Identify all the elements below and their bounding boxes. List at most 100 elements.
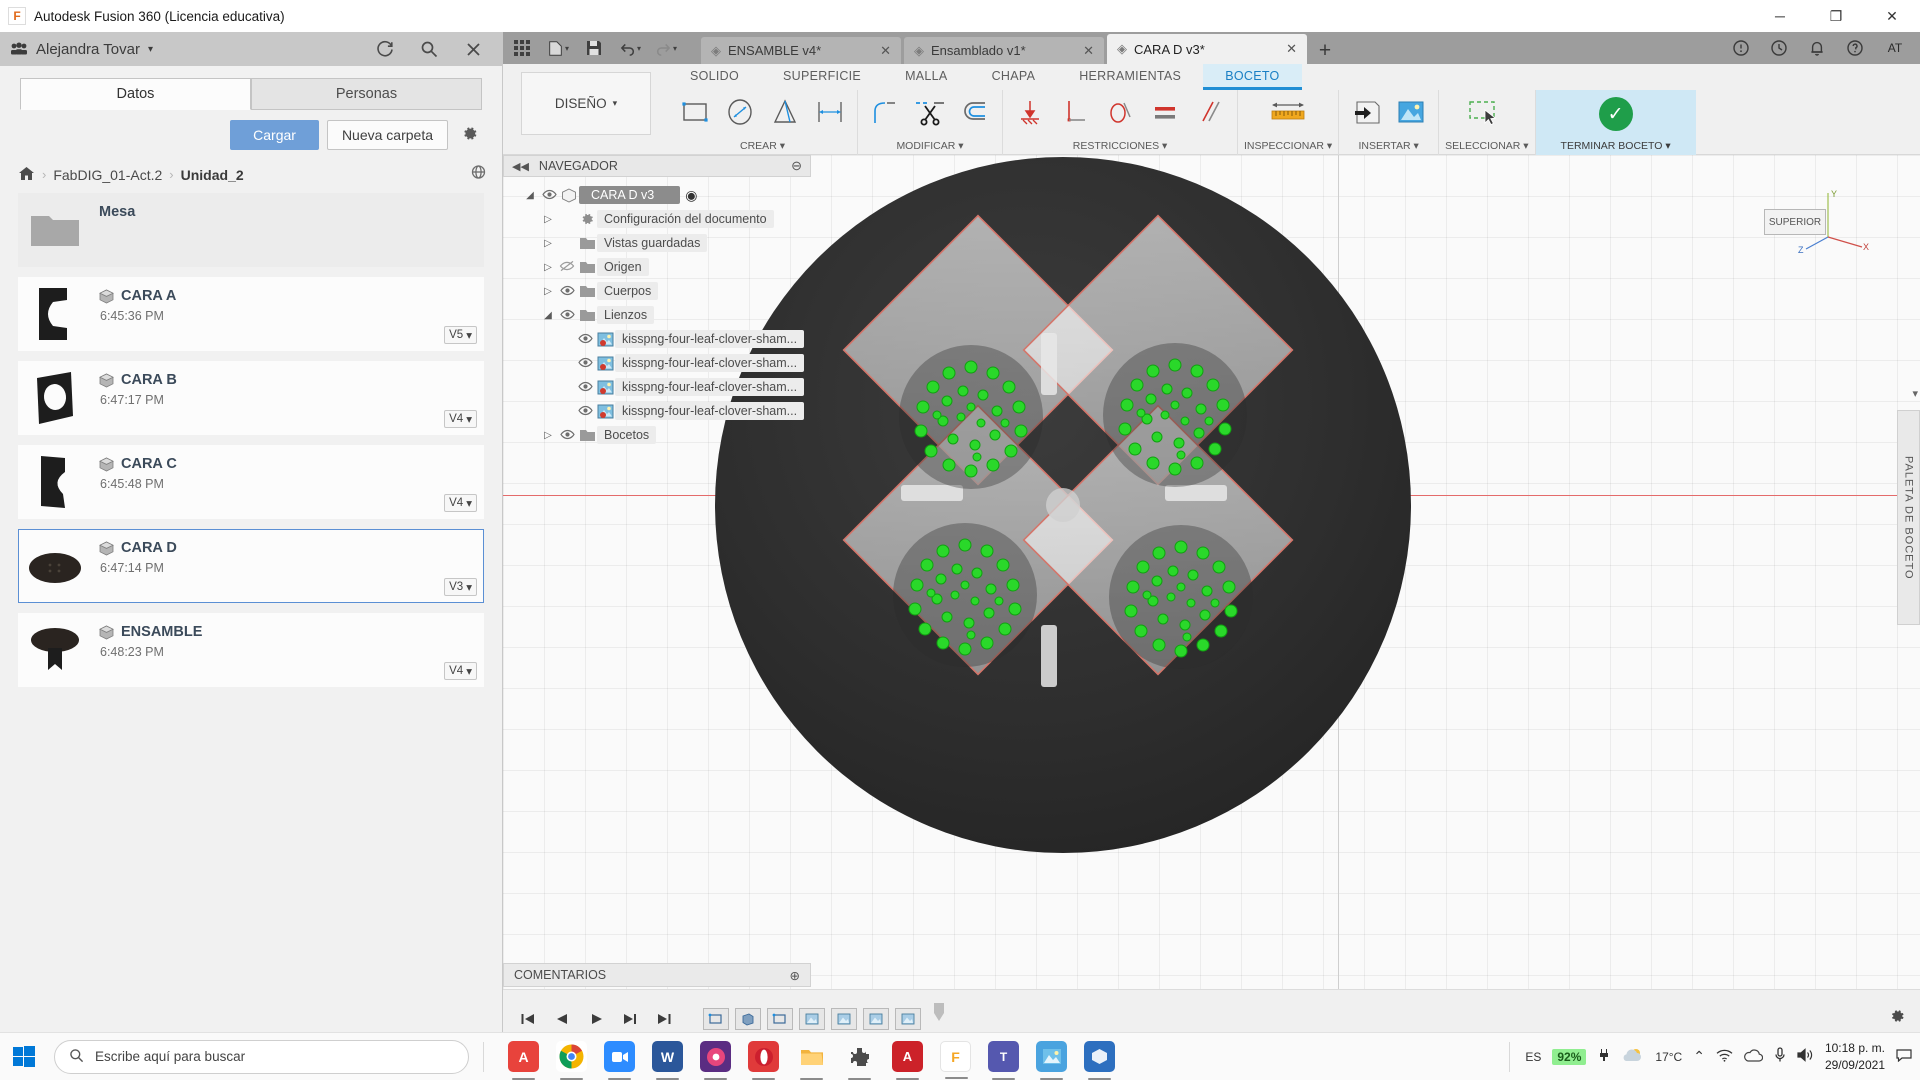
tab-chapa[interactable]: CHAPA bbox=[970, 64, 1058, 90]
weather-temperature[interactable]: 17°C bbox=[1655, 1050, 1682, 1064]
play-icon[interactable] bbox=[585, 1008, 607, 1030]
tree-item-canvas[interactable]: kisspng-four-leaf-clover-sham... bbox=[503, 351, 811, 375]
dimension-icon[interactable] bbox=[809, 92, 851, 132]
tree-item-lienzos[interactable]: ◢ Lienzos bbox=[503, 303, 811, 327]
wifi-icon[interactable] bbox=[1716, 1049, 1733, 1065]
clock-icon[interactable] bbox=[1768, 37, 1790, 59]
expander-icon[interactable]: ◢ bbox=[539, 310, 557, 321]
expander-icon[interactable]: ▷ bbox=[539, 286, 557, 297]
extension-app[interactable] bbox=[844, 1041, 875, 1080]
breadcrumb-item-unidad2[interactable]: Unidad_2 bbox=[181, 167, 244, 183]
media-player-app[interactable] bbox=[700, 1041, 731, 1080]
close-button[interactable]: ✕ bbox=[1864, 0, 1920, 32]
visibility-eye-icon[interactable] bbox=[557, 308, 577, 323]
tree-item-origen[interactable]: ▷ Origen bbox=[503, 255, 811, 279]
tree-item-canvas[interactable]: kisspng-four-leaf-clover-sham... bbox=[503, 399, 811, 423]
visibility-eye-hidden-icon[interactable] bbox=[557, 260, 577, 275]
visibility-eye-icon[interactable] bbox=[557, 428, 577, 443]
opera-app[interactable] bbox=[748, 1041, 779, 1080]
redo-icon[interactable]: ▾ bbox=[655, 37, 677, 59]
user-name[interactable]: Alejandra Tovar bbox=[36, 41, 140, 58]
search-input[interactable]: Escribe aquí para buscar bbox=[54, 1039, 469, 1074]
maximize-button[interactable]: ❐ bbox=[1808, 0, 1864, 32]
panel-insertar-label[interactable]: INSERTAR ▾ bbox=[1358, 140, 1418, 155]
panel-seleccionar-label[interactable]: SELECCIONAR ▾ bbox=[1445, 140, 1528, 155]
measure-ruler-icon[interactable] bbox=[1258, 92, 1318, 132]
close-icon[interactable]: ✕ bbox=[1065, 43, 1094, 59]
skip-end-icon[interactable] bbox=[653, 1008, 675, 1030]
list-item[interactable]: ENSAMBLE 6:48:23 PM V4 ▾ bbox=[18, 613, 484, 687]
tab-malla[interactable]: MALLA bbox=[883, 64, 970, 90]
list-item-selected[interactable]: CARA D 6:47:14 PM V3 ▾ bbox=[18, 529, 484, 603]
home-icon[interactable] bbox=[18, 166, 35, 184]
bell-icon[interactable] bbox=[1806, 37, 1828, 59]
question-icon[interactable] bbox=[1844, 37, 1866, 59]
tree-item-cuerpos[interactable]: ▷ Cuerpos bbox=[503, 279, 811, 303]
clock[interactable]: 10:18 p. m. 29/09/2021 bbox=[1825, 1040, 1885, 1072]
list-item[interactable]: CARA B 6:47:17 PM V4 ▾ bbox=[18, 361, 484, 435]
list-item-folder[interactable]: Mesa bbox=[18, 193, 484, 267]
document-tab-ensamble[interactable]: ◈ ENSAMBLE v4* ✕ bbox=[701, 37, 901, 64]
version-badge[interactable]: V4 ▾ bbox=[444, 662, 477, 680]
version-badge[interactable]: V4 ▾ bbox=[444, 494, 477, 512]
refresh-icon[interactable] bbox=[374, 38, 396, 60]
new-folder-button[interactable]: Nueva carpeta bbox=[326, 120, 448, 150]
navigator-menu-icon[interactable]: ⊖ bbox=[791, 158, 802, 174]
tree-item-canvas[interactable]: kisspng-four-leaf-clover-sham... bbox=[503, 375, 811, 399]
windows-start-icon[interactable] bbox=[0, 1033, 48, 1080]
version-badge[interactable]: V4 ▾ bbox=[444, 410, 477, 428]
perpendicular-icon[interactable] bbox=[1054, 92, 1096, 132]
expander-icon[interactable]: ◢ bbox=[521, 190, 539, 201]
undo-icon[interactable]: ▾ bbox=[619, 37, 641, 59]
chevron-up-icon[interactable]: ⌃ bbox=[1693, 1048, 1705, 1065]
document-tab-ensamblado[interactable]: ◈ Ensamblado v1* ✕ bbox=[904, 37, 1104, 64]
globe-icon[interactable] bbox=[470, 164, 488, 185]
list-item[interactable]: CARA C 6:45:48 PM V4 ▾ bbox=[18, 445, 484, 519]
canvas-feature-icon[interactable] bbox=[895, 1007, 921, 1030]
zoom-app[interactable] bbox=[604, 1041, 635, 1080]
offset-icon[interactable] bbox=[954, 92, 996, 132]
activate-component-radio[interactable]: ◉ bbox=[685, 187, 697, 204]
battery-indicator[interactable]: 92% bbox=[1552, 1048, 1587, 1065]
step-forward-icon[interactable] bbox=[619, 1008, 641, 1030]
upload-button[interactable]: Cargar bbox=[230, 120, 319, 150]
comments-menu-icon[interactable]: ⊕ bbox=[790, 968, 800, 983]
parallel-icon[interactable] bbox=[1189, 92, 1231, 132]
tree-item-root[interactable]: ◢ CARA D v3 ◉ bbox=[503, 183, 811, 207]
rectangle-icon[interactable] bbox=[674, 92, 716, 132]
chevron-down-icon[interactable]: ▾ bbox=[148, 44, 153, 55]
photos-app[interactable] bbox=[1036, 1041, 1067, 1080]
close-icon[interactable]: ✕ bbox=[862, 43, 891, 59]
panel-crear-label[interactable]: CREAR ▾ bbox=[740, 140, 785, 155]
document-tab-cara-d[interactable]: ◈ CARA D v3* ✕ bbox=[1107, 34, 1307, 64]
tab-personas[interactable]: Personas bbox=[251, 78, 482, 110]
select-window-icon[interactable] bbox=[1459, 92, 1515, 132]
panel-modificar-label[interactable]: MODIFICAR ▾ bbox=[896, 140, 963, 155]
google-chrome-app[interactable] bbox=[556, 1041, 587, 1080]
finish-sketch-button[interactable]: ✓ TERMINAR BOCETO ▾ bbox=[1535, 90, 1696, 155]
expander-icon[interactable]: ▷ bbox=[539, 214, 557, 225]
sketch-feature-icon[interactable] bbox=[767, 1007, 793, 1030]
tab-herramientas[interactable]: HERRAMIENTAS bbox=[1057, 64, 1203, 90]
gear-icon[interactable] bbox=[456, 120, 482, 146]
timeline-marker[interactable] bbox=[933, 1003, 945, 1034]
extrude-feature-icon[interactable] bbox=[735, 1007, 761, 1030]
mic-icon[interactable] bbox=[1774, 1047, 1786, 1066]
visibility-eye-icon[interactable] bbox=[575, 404, 595, 419]
save-icon[interactable] bbox=[583, 37, 605, 59]
tab-datos[interactable]: Datos bbox=[20, 78, 251, 110]
visibility-eye-icon[interactable] bbox=[557, 284, 577, 299]
minimize-button[interactable]: ─ bbox=[1752, 0, 1808, 32]
tree-item-bocetos[interactable]: ▷ Bocetos bbox=[503, 423, 811, 447]
file-explorer-app[interactable] bbox=[796, 1041, 827, 1080]
breadcrumb-item-fabdig[interactable]: FabDIG_01-Act.2 bbox=[53, 167, 162, 183]
visibility-eye-icon[interactable] bbox=[539, 188, 559, 203]
power-plug-icon[interactable] bbox=[1597, 1048, 1611, 1065]
sketch-palette-tab[interactable]: PALETA DE BOCETO bbox=[1897, 410, 1920, 625]
chevron-down-icon[interactable]: ▾ bbox=[1912, 387, 1918, 400]
avatar[interactable]: AT bbox=[1882, 37, 1908, 59]
fusion-360-app[interactable]: F bbox=[940, 1041, 971, 1079]
help-circle-icon[interactable] bbox=[1730, 37, 1752, 59]
apps-grid-icon[interactable] bbox=[511, 37, 533, 59]
panel-restricciones-label[interactable]: RESTRICCIONES ▾ bbox=[1073, 140, 1168, 155]
